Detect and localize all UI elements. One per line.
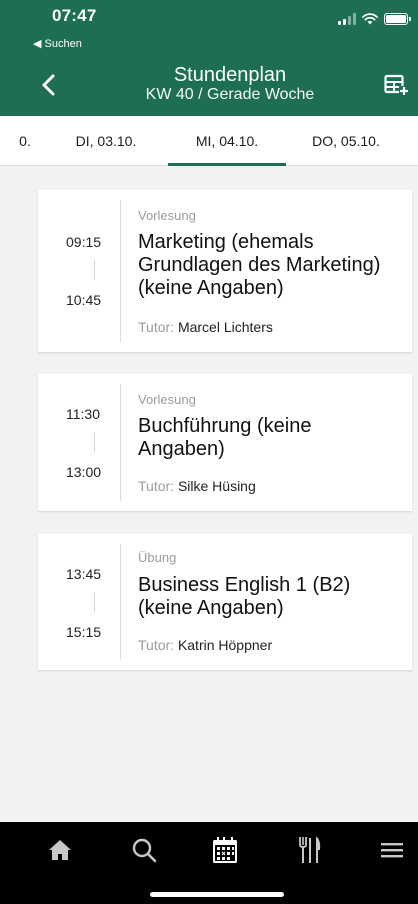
time-connector: [94, 432, 95, 452]
nav-schedule[interactable]: [205, 832, 245, 868]
tab-day-thursday[interactable]: DO, 05.10.: [296, 116, 396, 166]
event-end-time: 10:45: [66, 292, 102, 308]
fork-knife-icon: [299, 837, 321, 863]
page-subtitle: KW 40 / Gerade Woche: [145, 86, 315, 103]
tutor-label: Tutor:: [138, 478, 175, 494]
tab-day-tuesday[interactable]: DI, 03.10.: [60, 116, 152, 166]
home-icon: [49, 840, 71, 860]
event-card[interactable]: 11:30 13:00 Vorlesung Buchführung (keine…: [38, 374, 412, 511]
tab-active-indicator: [168, 163, 286, 166]
header-title-block: Stundenplan KW 40 / Gerade Woche: [100, 64, 360, 104]
calendar-grid-add-icon: [384, 74, 409, 96]
event-card[interactable]: 13:45 15:15 Übung Business English 1 (B2…: [38, 534, 412, 670]
status-icons: [338, 13, 411, 25]
card-divider: [120, 200, 121, 342]
home-indicator[interactable]: [150, 892, 284, 897]
back-button[interactable]: [38, 72, 60, 98]
tutor-label: Tutor:: [138, 319, 175, 335]
status-back-link[interactable]: ◀ Suchen: [33, 37, 82, 50]
event-type: Vorlesung: [138, 392, 196, 407]
event-tutor: Tutor: Katrin Höppner: [138, 637, 272, 653]
event-end-time: 15:15: [66, 624, 102, 640]
signal-icon: [338, 13, 356, 25]
nav-home[interactable]: [40, 832, 80, 868]
event-start-time: 13:45: [66, 566, 102, 582]
calendar-icon: [213, 837, 237, 863]
event-tutor: Tutor: Silke Hüsing: [138, 478, 256, 494]
tutor-name: Silke Hüsing: [177, 478, 256, 494]
tutor-name: Katrin Höppner: [177, 637, 273, 653]
battery-icon: [384, 13, 411, 25]
nav-menu[interactable]: [372, 832, 412, 868]
day-tabs: 0. DI, 03.10. MI, 04.10. DO, 05.10.: [0, 116, 418, 166]
nav-search[interactable]: [124, 832, 164, 868]
event-start-time: 11:30: [66, 406, 100, 422]
chevron-left-icon: [42, 74, 55, 96]
tab-day-wednesday[interactable]: MI, 04.10.: [170, 116, 284, 166]
wifi-icon: [362, 13, 378, 25]
card-divider: [120, 544, 121, 660]
event-type: Übung: [138, 550, 177, 565]
page-title: Stundenplan: [173, 64, 287, 86]
menu-icon: [381, 843, 403, 858]
nav-mensa[interactable]: [290, 832, 330, 868]
time-connector: [94, 260, 95, 280]
event-card[interactable]: 09:15 10:45 Vorlesung Marketing (ehemals…: [38, 190, 412, 352]
time-connector: [94, 592, 95, 612]
add-view-button[interactable]: [384, 74, 410, 96]
status-time: 07:47: [52, 6, 97, 25]
search-icon: [132, 838, 157, 863]
event-end-time: 13:00: [66, 464, 102, 480]
card-divider: [120, 384, 121, 501]
tab-day-previous[interactable]: 0.: [10, 116, 40, 166]
event-start-time: 09:15: [66, 234, 102, 250]
event-type: Vorlesung: [138, 208, 196, 223]
app-header: 07:47 ◀ Suchen Stundenplan KW 40 / Gerad…: [0, 0, 418, 116]
event-tutor: Tutor: Marcel Lichters: [138, 319, 273, 335]
event-title: Business English 1 (B2) (keine Angaben): [138, 574, 351, 619]
tutor-label: Tutor:: [138, 637, 175, 653]
tutor-name: Marcel Lichters: [177, 319, 273, 335]
event-title: Marketing (ehemals Grundlagen des Market…: [138, 231, 381, 299]
event-title: Buchführung (keine Angaben): [138, 415, 312, 460]
